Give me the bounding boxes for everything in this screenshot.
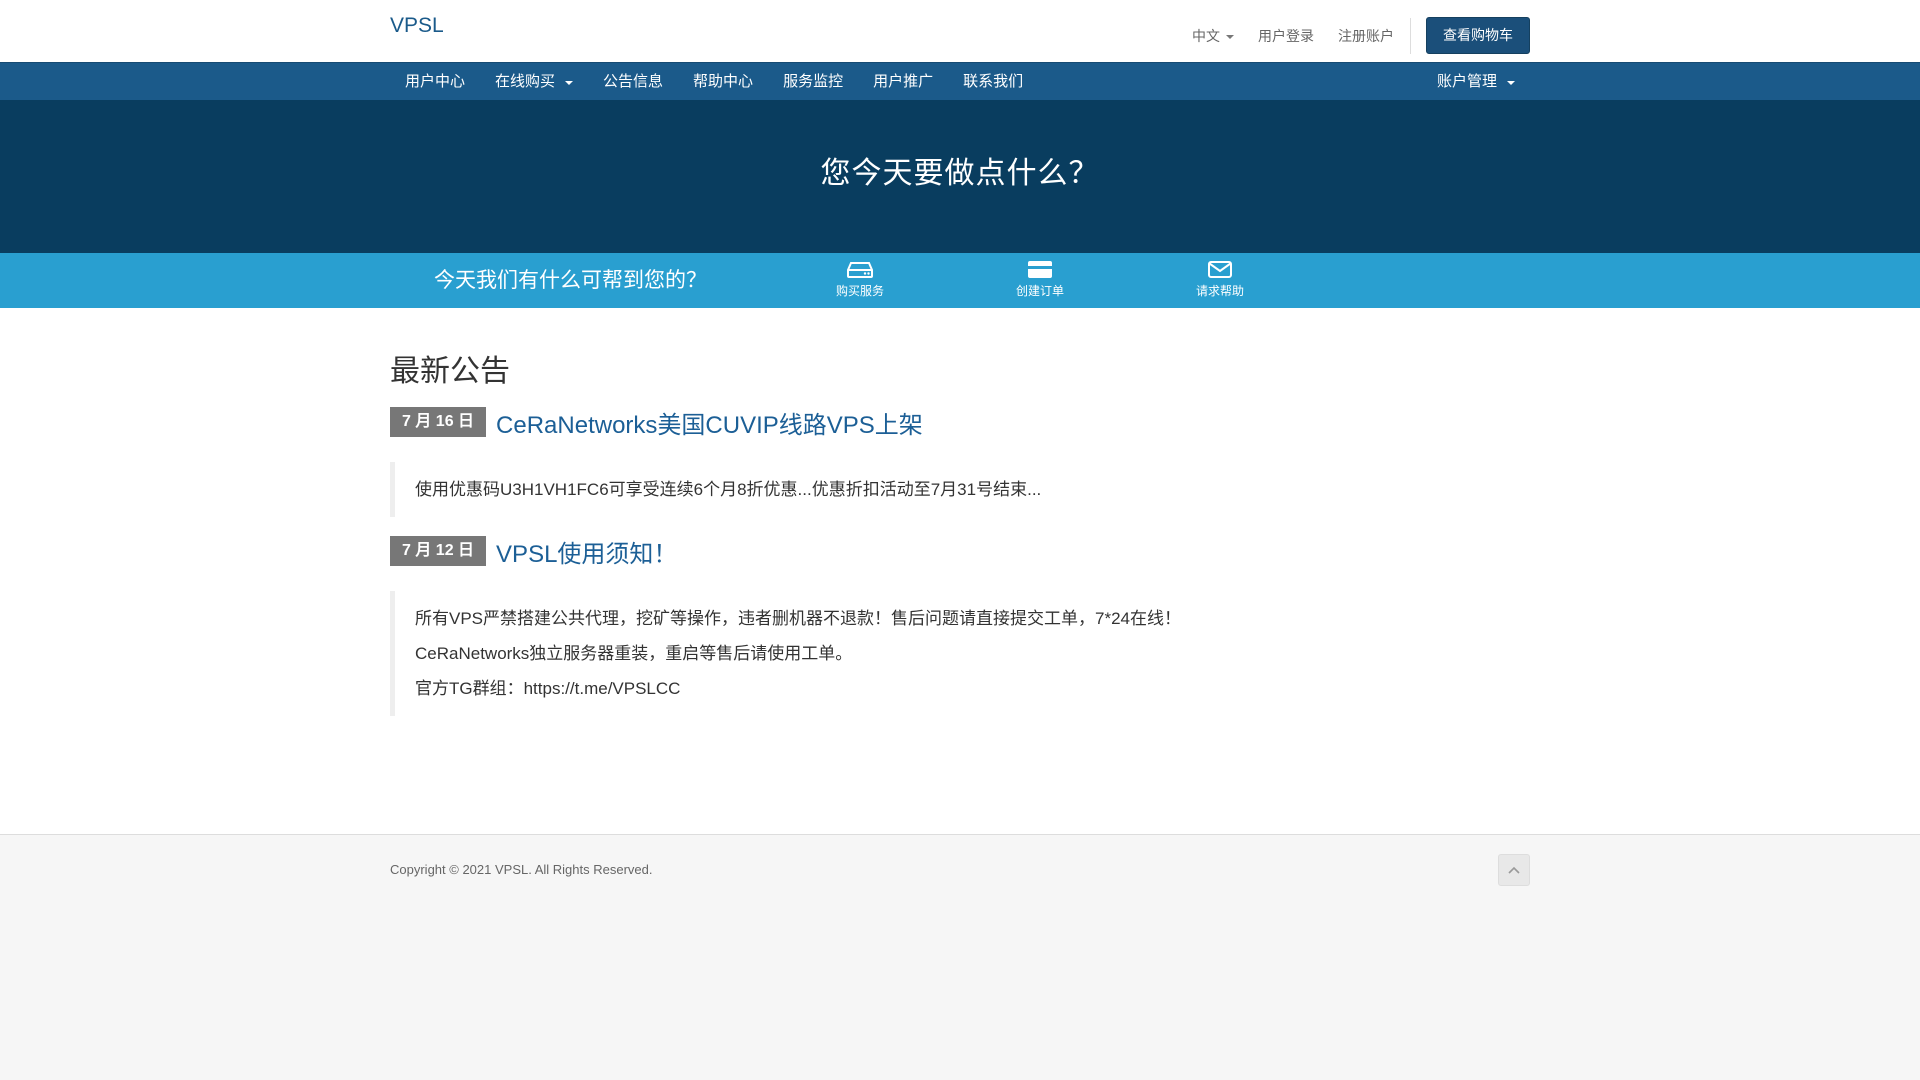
register-link[interactable]: 注册账户	[1338, 26, 1394, 46]
nav-item-help-center[interactable]: 帮助中心	[678, 63, 768, 100]
date-badge: 7 月 16 日	[390, 407, 487, 437]
action-label: 创建订单	[1015, 284, 1064, 298]
nav-item-label: 账户管理	[1436, 73, 1497, 90]
brand-logo[interactable]: VPSL	[390, 14, 444, 38]
help-strip: 今天我们有什么可帮到您的？ 购买服务 创建订单 请求帮助	[0, 253, 1920, 308]
announcement-text: 所有VPS严禁搭建公共代理，挖矿等操作，违者删机器不退款！售后问题请直接提交工单…	[415, 609, 1181, 628]
nav-item-affiliate[interactable]: 用户推广	[858, 63, 948, 100]
create-order-action[interactable]: 创建订单	[980, 258, 1100, 299]
date-badge: 7 月 12 日	[390, 536, 487, 566]
announcement-text: 官方TG群组：https://t.me/VPSLCC	[415, 679, 681, 698]
main-content: 最新公告 7 月 16 日 CeRaNetworks美国CUVIP线路VPS上架…	[0, 308, 1920, 834]
caret-down-icon	[565, 80, 574, 85]
announcement-header: 7 月 12 日 VPSL使用须知！	[390, 534, 1530, 569]
nav-item-label: 在线购买	[495, 73, 556, 90]
caret-down-icon	[1226, 34, 1234, 39]
nav-item-user-center[interactable]: 用户中心	[390, 63, 480, 100]
login-link[interactable]: 用户登录	[1258, 26, 1314, 46]
envelope-icon	[1208, 261, 1232, 278]
request-help-action[interactable]: 请求帮助	[1160, 258, 1280, 299]
announcement-body: 使用优惠码U3H1VH1FC6可享受连续6个月8折优惠...优惠折扣活动至7月3…	[390, 462, 1530, 517]
nav-item-buy-online[interactable]: 在线购买	[480, 63, 588, 100]
help-strip-text: 今天我们有什么可帮到您的？	[434, 269, 707, 292]
nav-item-account-management[interactable]: 账户管理	[1422, 63, 1530, 100]
back-to-top-button[interactable]	[1498, 854, 1530, 886]
language-dropdown[interactable]: 中文	[1192, 26, 1234, 46]
nav-item-contact[interactable]: 联系我们	[948, 63, 1038, 100]
nav-item-service-monitor[interactable]: 服务监控	[768, 63, 858, 100]
announcement-text: CeRaNetworks独立服务器重装，重启等售后请使用工单。	[415, 644, 853, 663]
section-title: 最新公告	[390, 355, 510, 388]
language-label: 中文	[1192, 27, 1220, 44]
copyright-text: Copyright © 2021 VPSL. All Rights Reserv…	[390, 862, 653, 877]
announcement-item: 7 月 12 日 VPSL使用须知！ 所有VPS严禁搭建公共代理，挖矿等操作，违…	[390, 535, 1530, 716]
nav-item-announcements[interactable]: 公告信息	[588, 63, 678, 100]
header-actions: 中文 用户登录 注册账户 查看购物车	[1192, 17, 1530, 54]
announcement-header: 7 月 16 日 CeRaNetworks美国CUVIP线路VPS上架	[390, 405, 1530, 440]
credit-card-icon	[1028, 261, 1052, 278]
buy-service-action[interactable]: 购买服务	[800, 258, 920, 299]
hero-title: 您今天要做点什么？	[820, 157, 1100, 190]
caret-down-icon	[1507, 80, 1515, 85]
announcement-body: 所有VPS严禁搭建公共代理，挖矿等操作，违者删机器不退款！售后问题请直接提交工单…	[390, 591, 1530, 716]
chevron-up-icon	[1508, 866, 1520, 874]
announcement-text: 使用优惠码U3H1VH1FC6可享受连续6个月8折优惠...优惠折扣活动至7月3…	[415, 480, 1042, 499]
announcement-title-link[interactable]: CeRaNetworks美国CUVIP线路VPS上架	[496, 405, 923, 440]
announcement-item: 7 月 16 日 CeRaNetworks美国CUVIP线路VPS上架 使用优惠…	[390, 406, 1530, 517]
top-header: VPSL 中文 用户登录 注册账户 查看购物车	[0, 0, 1920, 62]
main-nav: 用户中心 在线购买 公告信息 帮助中心 服务监控 用户推广 联系我们 账户管理	[0, 62, 1920, 100]
action-label: 请求帮助	[1195, 284, 1244, 298]
action-label: 购买服务	[835, 284, 884, 298]
server-icon	[847, 262, 873, 278]
hero-banner: 您今天要做点什么？	[0, 100, 1920, 253]
view-cart-button[interactable]: 查看购物车	[1426, 17, 1530, 54]
divider	[1410, 17, 1411, 54]
footer: Copyright © 2021 VPSL. All Rights Reserv…	[0, 834, 1920, 1075]
announcement-title-link[interactable]: VPSL使用须知！	[496, 534, 677, 569]
